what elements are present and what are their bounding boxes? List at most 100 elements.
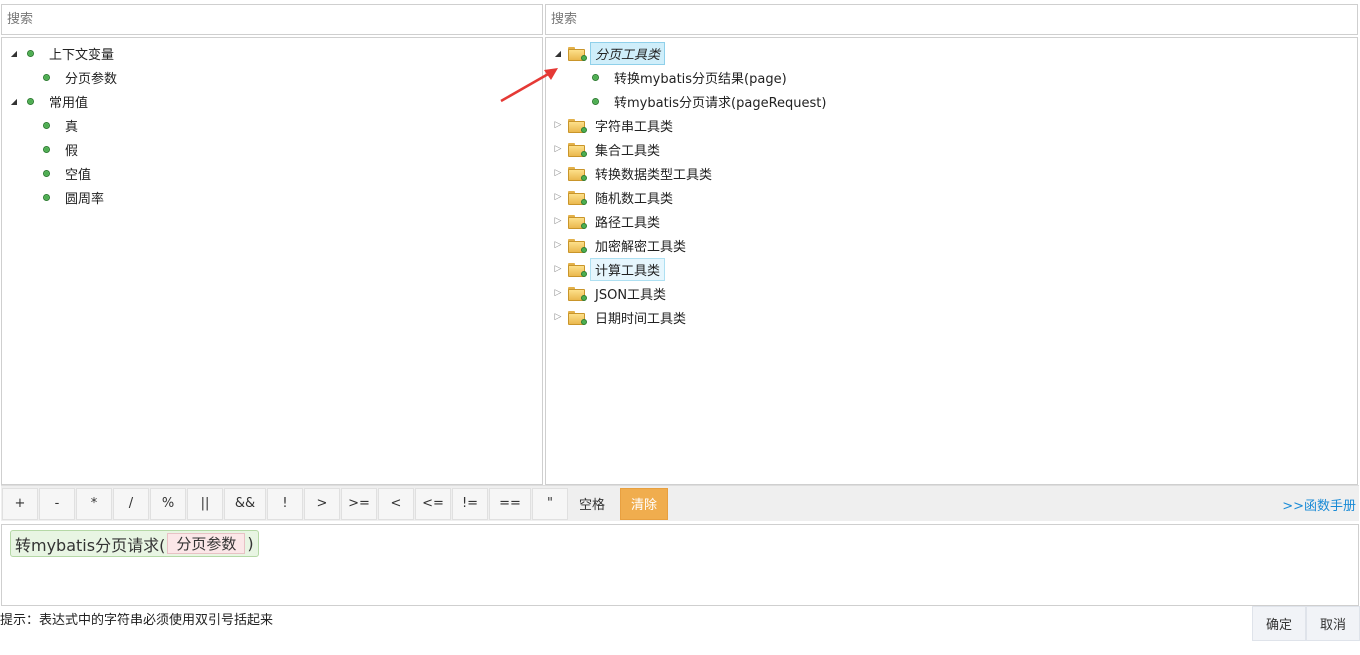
operator-toolbar: + - * / % || && ! > >= < <= != == " 空格 清… (1, 485, 1359, 521)
operator-and-button[interactable]: && (224, 487, 266, 520)
tree-item-false[interactable]: 假 (7, 137, 122, 161)
tree-folder-random-tools[interactable]: ▷ 随机数工具类 (551, 185, 831, 209)
tree-folder-label[interactable]: 日期时间工具类 (590, 306, 691, 329)
left-search-box[interactable] (1, 4, 543, 35)
folder-icon (568, 239, 587, 253)
tree-folder-label[interactable]: 字符串工具类 (590, 114, 678, 137)
tree-folder-label[interactable]: 计算工具类 (590, 257, 666, 281)
collapsed-caret-icon[interactable]: ▷ (551, 214, 565, 228)
operator-not-button[interactable]: ! (267, 487, 303, 520)
tree-folder-label[interactable]: 集合工具类 (590, 138, 665, 161)
node-dot-icon (43, 73, 50, 81)
node-dot-icon (592, 97, 599, 105)
tree-folder-collection-tools[interactable]: ▷ 集合工具类 (551, 137, 831, 161)
operator-gte-button[interactable]: >= (341, 487, 377, 520)
right-search-input[interactable] (546, 5, 1357, 34)
expression-editor[interactable]: 转mybatis分页请求( 分页参数 ) (1, 524, 1359, 606)
clear-button[interactable]: 清除 (620, 487, 668, 520)
space-button[interactable]: 空格 (569, 487, 615, 520)
node-dot-icon (592, 73, 599, 81)
folder-icon (568, 263, 587, 277)
expression-function-token[interactable]: 转mybatis分页请求( 分页参数 ) (10, 530, 259, 557)
collapsed-caret-icon[interactable]: ▷ (551, 190, 565, 204)
expanded-caret-icon[interactable]: ◢ (7, 46, 21, 60)
operator-divide-button[interactable]: / (113, 487, 149, 520)
collapsed-caret-icon[interactable]: ▷ (551, 310, 565, 324)
tree-item-true[interactable]: 真 (7, 113, 122, 137)
tree-function-label[interactable]: 转换mybatis分页结果(page) (609, 66, 792, 89)
tree-item-label[interactable]: 假 (60, 138, 83, 161)
tree-group-common-values[interactable]: ◢ 常用值 (7, 89, 122, 113)
tree-folder-datetime-tools[interactable]: ▷ 日期时间工具类 (551, 305, 831, 329)
tree-function-label[interactable]: 转mybatis分页请求(pageRequest) (609, 90, 831, 113)
collapsed-caret-icon[interactable]: ▷ (551, 166, 565, 180)
expression-close-paren: ) (247, 534, 254, 553)
folder-icon (568, 119, 587, 133)
folder-icon (568, 191, 587, 205)
tree-folder-crypto-tools[interactable]: ▷ 加密解密工具类 (551, 233, 831, 257)
tree-folder-path-tools[interactable]: ▷ 路径工具类 (551, 209, 831, 233)
operator-minus-button[interactable]: - (39, 487, 75, 520)
folder-icon (568, 143, 587, 157)
tree-folder-label[interactable]: 分页工具类 (590, 41, 666, 65)
folder-icon (568, 215, 587, 229)
operator-lt-button[interactable]: < (378, 487, 414, 520)
variables-tree-panel: ◢ 上下文变量 分页参数 ◢ 常用值 真 假 空值 圆周率 (1, 37, 543, 485)
function-manual-link[interactable]: >>函数手册 (1282, 495, 1356, 514)
collapsed-caret-icon[interactable]: ▷ (551, 238, 565, 252)
tree-group-label[interactable]: 上下文变量 (44, 42, 119, 65)
tree-item-paging-param[interactable]: 分页参数 (7, 65, 122, 89)
tree-item-null[interactable]: 空值 (7, 161, 122, 185)
ok-button[interactable]: 确定 (1252, 606, 1306, 641)
tree-group-label[interactable]: 常用值 (44, 90, 93, 113)
tree-folder-label[interactable]: 路径工具类 (590, 210, 665, 233)
tree-folder-type-conversion-tools[interactable]: ▷ 转换数据类型工具类 (551, 161, 831, 185)
operator-or-button[interactable]: || (187, 487, 223, 520)
expression-function-name: 转mybatis分页请求( (15, 535, 166, 555)
operator-quote-button[interactable]: " (532, 487, 568, 520)
right-search-box[interactable] (545, 4, 1358, 35)
left-search-input[interactable] (2, 5, 542, 34)
tree-item-label[interactable]: 圆周率 (60, 186, 109, 209)
collapsed-caret-icon[interactable]: ▷ (551, 262, 565, 276)
folder-icon (568, 311, 587, 325)
operator-modulo-button[interactable]: % (150, 487, 186, 520)
tree-folder-label[interactable]: JSON工具类 (590, 282, 671, 305)
collapsed-caret-icon[interactable]: ▷ (551, 142, 565, 156)
operator-multiply-button[interactable]: * (76, 487, 112, 520)
expanded-caret-icon[interactable]: ◢ (551, 46, 565, 60)
operator-plus-button[interactable]: + (2, 487, 38, 520)
operator-gt-button[interactable]: > (304, 487, 340, 520)
tree-folder-label[interactable]: 随机数工具类 (590, 186, 678, 209)
collapsed-caret-icon[interactable]: ▷ (551, 118, 565, 132)
tree-item-label[interactable]: 空值 (60, 162, 96, 185)
node-dot-icon (43, 145, 50, 153)
tree-item-label[interactable]: 真 (60, 114, 83, 137)
tree-folder-json-tools[interactable]: ▷ JSON工具类 (551, 281, 831, 305)
tree-folder-label[interactable]: 转换数据类型工具类 (590, 162, 717, 185)
tree-item-pi[interactable]: 圆周率 (7, 185, 122, 209)
operator-neq-button[interactable]: != (452, 487, 488, 520)
tree-folder-string-tools[interactable]: ▷ 字符串工具类 (551, 113, 831, 137)
expanded-caret-icon[interactable]: ◢ (7, 94, 21, 108)
node-dot-icon (43, 169, 50, 177)
tree-folder-calc-tools[interactable]: ▷ 计算工具类 (551, 257, 831, 281)
folder-icon (568, 287, 587, 301)
functions-tree-panel: ◢ 分页工具类 转换mybatis分页结果(page) 转mybatis分页请求… (545, 37, 1358, 485)
operator-lte-button[interactable]: <= (415, 487, 451, 520)
tree-group-context-variables[interactable]: ◢ 上下文变量 (7, 41, 122, 65)
expression-param-token[interactable]: 分页参数 (167, 533, 246, 554)
node-dot-icon (27, 49, 34, 57)
collapsed-caret-icon[interactable]: ▷ (551, 286, 565, 300)
cancel-button[interactable]: 取消 (1306, 606, 1360, 641)
tree-function-page-request[interactable]: 转mybatis分页请求(pageRequest) (551, 89, 831, 113)
tree-function-page-result[interactable]: 转换mybatis分页结果(page) (551, 65, 831, 89)
node-dot-icon (43, 193, 50, 201)
tree-folder-label[interactable]: 加密解密工具类 (590, 234, 691, 257)
operator-eq-button[interactable]: == (489, 487, 531, 520)
folder-icon (568, 47, 587, 61)
hint-text: 提示：表达式中的字符串必须使用双引号括起来 (0, 613, 274, 628)
tree-folder-paging-tools[interactable]: ◢ 分页工具类 (551, 41, 831, 65)
tree-item-label[interactable]: 分页参数 (60, 66, 122, 89)
node-dot-icon (43, 121, 50, 129)
